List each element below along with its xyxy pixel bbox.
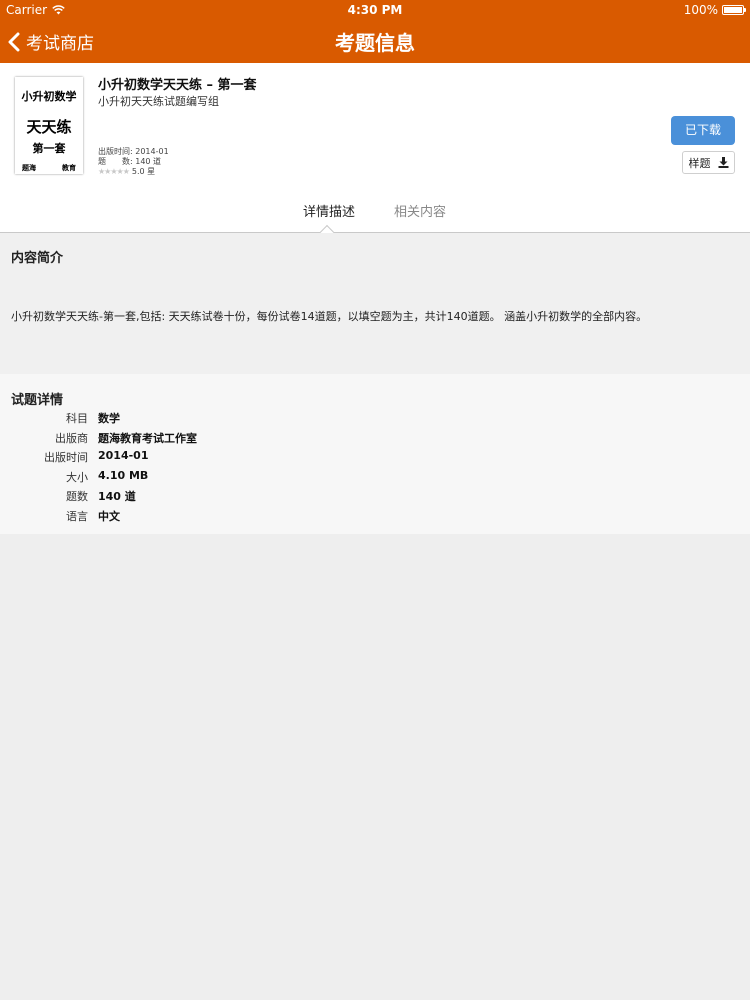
- book-title: 小升初数学天天练 – 第一套: [98, 78, 257, 93]
- detail-value: 题海教育考试工作室: [98, 432, 197, 445]
- cover-publisher-mark-left: 题海: [22, 164, 36, 172]
- downloaded-button[interactable]: 已下载: [671, 116, 735, 145]
- detail-value: 数学: [98, 412, 120, 425]
- battery-info: 100%: [683, 3, 746, 17]
- detail-row: 题数 140 道: [0, 488, 750, 507]
- cover-line-2: 天天练: [26, 118, 72, 136]
- detail-value: 140 道: [98, 490, 136, 503]
- detail-row: 科目 数学: [0, 410, 750, 429]
- detail-row: 大小 4.10 MB: [0, 469, 750, 488]
- cover-publisher-mark-right: 教育: [62, 164, 76, 172]
- details-section: 试题详情 科目 数学 出版商 题海教育考试工作室 出版时间 2014-01 大小…: [0, 374, 750, 534]
- sample-label: 样题: [688, 156, 711, 170]
- top-bar: Carrier 4:30 PM 100% 考试商店 考题信息: [0, 0, 750, 63]
- sample-button[interactable]: 样题: [682, 151, 735, 174]
- battery-percent: 100%: [683, 3, 718, 17]
- download-icon: [718, 157, 728, 168]
- nav-bar: 考试商店 考题信息: [0, 20, 750, 63]
- detail-row: 出版商 题海教育考试工作室: [0, 430, 750, 449]
- tab-bar: 详情描述 相关内容: [0, 201, 750, 240]
- intro-section: 内容简介 小升初数学天天练-第一套,包括: 天天练试卷十份，每份试卷14道题，以…: [0, 233, 750, 374]
- detail-value: 2014-01: [98, 449, 149, 462]
- details-title: 试题详情: [11, 393, 64, 408]
- rating-text: 5.0 星: [131, 167, 156, 176]
- detail-label: 出版商: [55, 432, 88, 445]
- detail-label: 题数: [66, 490, 88, 503]
- battery-icon: [722, 5, 746, 15]
- detail-label: 科目: [66, 412, 88, 425]
- book-header: 小升初数学 天天练 第一套 题海 教育 小升初数学天天练 – 第一套 小升初天天…: [0, 63, 750, 240]
- detail-value: 4.10 MB: [98, 469, 149, 482]
- detail-row: 语言 中文: [0, 508, 750, 527]
- rating: ★★★★★ 5.0 星: [98, 166, 155, 177]
- book-author: 小升初天天练试题编写组: [98, 95, 219, 108]
- cover-line-1: 小升初数学: [21, 90, 77, 103]
- detail-label: 出版时间: [44, 451, 88, 464]
- tab-related[interactable]: 相关内容: [394, 201, 446, 220]
- detail-label: 大小: [66, 471, 88, 484]
- star-rating-icon: ★★★★★: [98, 167, 130, 176]
- status-time: 4:30 PM: [347, 3, 403, 17]
- book-cover[interactable]: 小升初数学 天天练 第一套 题海 教育: [15, 77, 83, 174]
- detail-label: 语言: [66, 510, 88, 523]
- intro-body: 小升初数学天天练-第一套,包括: 天天练试卷十份，每份试卷14道题，以填空题为主…: [11, 310, 648, 323]
- intro-title: 内容简介: [11, 251, 64, 266]
- detail-value: 中文: [98, 510, 120, 523]
- cover-line-3: 第一套: [32, 142, 66, 155]
- page-title: 考题信息: [335, 31, 415, 55]
- status-bar: Carrier 4:30 PM 100%: [0, 0, 750, 20]
- tab-details[interactable]: 详情描述: [303, 201, 355, 220]
- detail-row: 出版时间 2014-01: [0, 449, 750, 468]
- battery-fill: [724, 7, 742, 13]
